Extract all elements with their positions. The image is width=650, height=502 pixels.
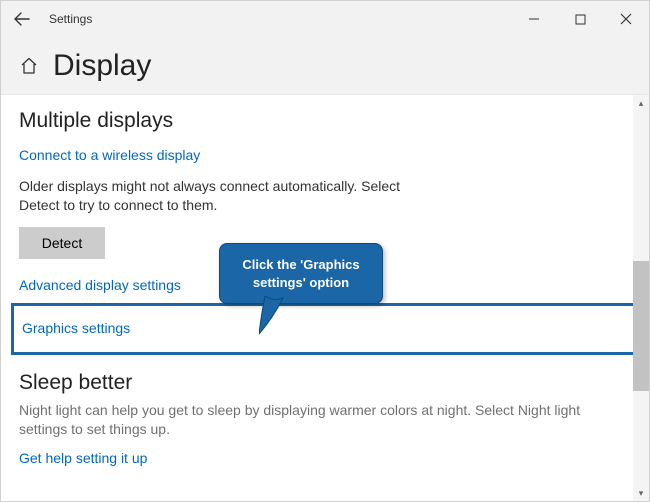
- back-arrow-icon: [13, 10, 31, 28]
- minimize-icon: [528, 13, 540, 25]
- maximize-icon: [575, 14, 586, 25]
- get-help-link[interactable]: Get help setting it up: [19, 450, 147, 466]
- maximize-button[interactable]: [557, 1, 603, 37]
- scroll-up-arrow-icon[interactable]: ▴: [633, 95, 649, 111]
- close-icon: [620, 13, 632, 25]
- home-button[interactable]: [19, 56, 39, 76]
- minimize-button[interactable]: [511, 1, 557, 37]
- scrollbar-thumb[interactable]: [633, 261, 649, 391]
- page-header: Display: [1, 37, 649, 95]
- scroll-down-arrow-icon[interactable]: ▾: [633, 485, 649, 501]
- connect-wireless-display-link[interactable]: Connect to a wireless display: [19, 147, 200, 163]
- sleep-better-desc: Night light can help you get to sleep by…: [19, 401, 629, 440]
- older-displays-text: Older displays might not always connect …: [19, 177, 439, 215]
- back-button[interactable]: [1, 1, 43, 37]
- sleep-better-heading: Sleep better: [19, 371, 631, 395]
- graphics-settings-highlight: Graphics settings: [11, 303, 639, 355]
- titlebar: Settings: [1, 1, 649, 37]
- home-icon: [19, 56, 39, 76]
- graphics-settings-link[interactable]: Graphics settings: [22, 320, 130, 336]
- instruction-callout: Click the 'Graphics settings' option: [219, 243, 383, 304]
- advanced-display-settings-link[interactable]: Advanced display settings: [19, 277, 181, 293]
- detect-button[interactable]: Detect: [19, 227, 105, 259]
- window-title: Settings: [49, 12, 92, 26]
- multiple-displays-heading: Multiple displays: [19, 109, 631, 133]
- content-area: Multiple displays Connect to a wireless …: [1, 95, 649, 501]
- close-button[interactable]: [603, 1, 649, 37]
- scrollbar-track[interactable]: ▴ ▾: [633, 95, 649, 501]
- window-controls: [511, 1, 649, 37]
- page-title: Display: [53, 49, 151, 83]
